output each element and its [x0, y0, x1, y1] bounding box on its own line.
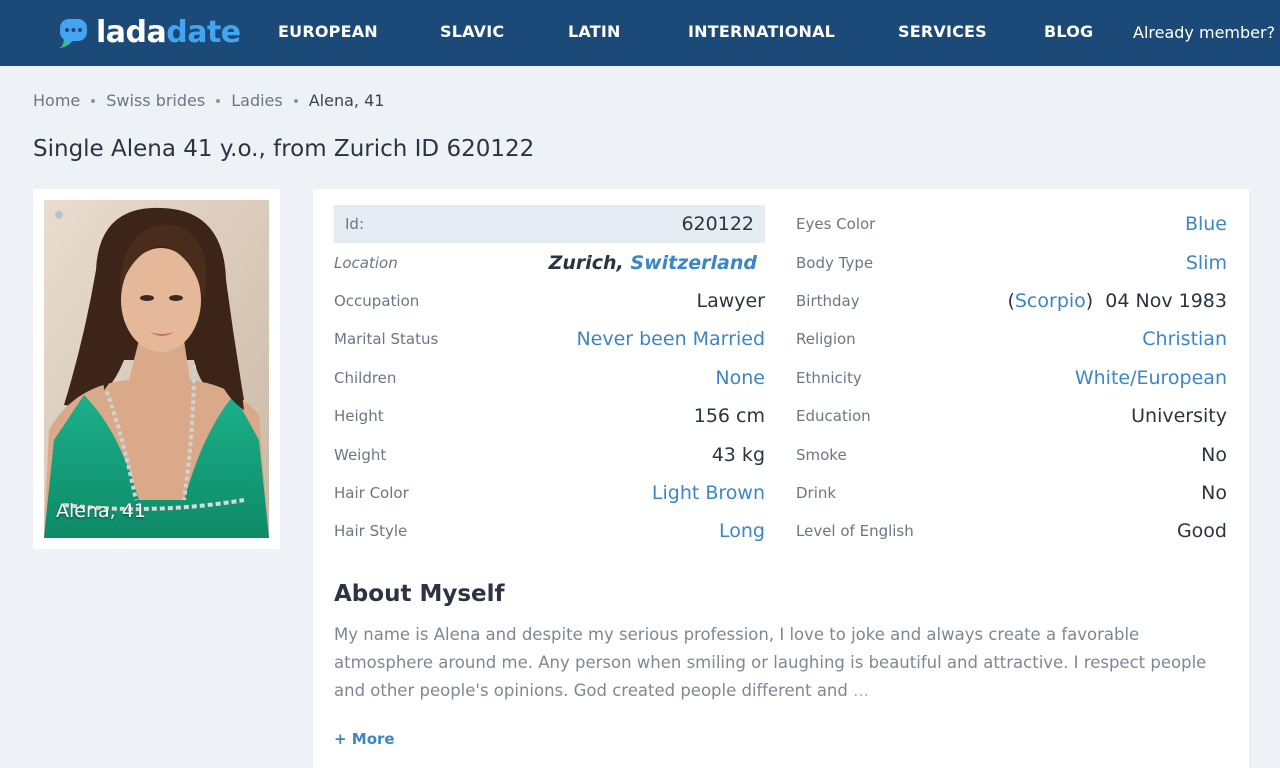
profile-row-weight: Weight 43 kg: [334, 435, 765, 473]
row-value-link[interactable]: Slim: [1186, 252, 1227, 274]
row-label: Smoke: [796, 445, 847, 464]
row-label: Eyes Color: [796, 215, 876, 234]
breadcrumb-separator: [293, 98, 298, 103]
nav-blog[interactable]: BLOG: [1044, 22, 1093, 41]
row-value: 43 kg: [711, 443, 765, 466]
row-label: Children: [334, 368, 397, 387]
row-label: Birthday: [796, 291, 860, 310]
logo-text-part1: lada: [96, 15, 167, 50]
profile-row-ethnicity: Ethnicity White/European: [796, 359, 1227, 397]
profile-row-body-type: Body Type Slim: [796, 243, 1227, 281]
profile-row-eyes-color: Eyes Color Blue: [796, 205, 1227, 243]
profile-row-birthday: Birthday (Scorpio) 04 Nov 1983: [796, 282, 1227, 320]
profile-row-height: Height 156 cm: [334, 397, 765, 435]
row-value-link[interactable]: Christian: [1142, 328, 1227, 350]
profile-details-card: Id: 620122 Location Zurich, Switzerland …: [313, 189, 1249, 768]
row-label: Ethnicity: [796, 368, 862, 387]
row-value: Zurich, Switzerland: [549, 252, 757, 274]
profile-details-left: Id: 620122 Location Zurich, Switzerland …: [334, 205, 765, 551]
row-value-link[interactable]: Blue: [1185, 213, 1227, 235]
row-value-link[interactable]: Long: [719, 520, 765, 542]
photo-caption: Alena, 41: [56, 500, 146, 522]
zodiac-sign-link[interactable]: Scorpio: [1015, 290, 1086, 312]
profile-row-drink: Drink No: [796, 474, 1227, 512]
site-logo[interactable]: ladadate: [56, 14, 241, 52]
profile-row-hair-style: Hair Style Long: [334, 512, 765, 550]
row-label: Education: [796, 407, 871, 426]
row-value: No: [1201, 443, 1227, 466]
profile-row-smoke: Smoke No: [796, 435, 1227, 473]
row-value: Good: [1176, 520, 1227, 543]
row-value: Lawyer: [696, 289, 765, 312]
nav-slavic[interactable]: SLAVIC: [440, 22, 504, 41]
breadcrumb-separator: [91, 98, 96, 103]
online-status-dot: [55, 211, 63, 219]
row-label: Weight: [334, 445, 387, 464]
nav-services[interactable]: SERVICES: [898, 22, 987, 41]
profile-row-children: Children None: [334, 359, 765, 397]
birthday-date: 04 Nov 1983: [1105, 289, 1227, 312]
row-value: (Scorpio) 04 Nov 1983: [1007, 289, 1227, 312]
profile-row-hair-color: Hair Color Light Brown: [334, 474, 765, 512]
row-label: Hair Color: [334, 483, 409, 502]
row-value-link[interactable]: Never been Married: [576, 328, 765, 350]
nav-european[interactable]: EUROPEAN: [278, 22, 378, 41]
row-value: University: [1131, 405, 1227, 428]
row-value-link[interactable]: None: [715, 367, 765, 389]
row-value-link[interactable]: White/European: [1075, 367, 1227, 389]
logo-text-part2: date: [166, 15, 241, 50]
row-label: Occupation: [334, 291, 420, 310]
profile-photo-card: Alena, 41: [33, 189, 280, 549]
profile-photo[interactable]: Alena, 41: [44, 200, 269, 538]
row-value: No: [1201, 481, 1227, 504]
about-myself-heading: About Myself: [334, 581, 505, 607]
breadcrumb-home[interactable]: Home: [33, 91, 80, 110]
row-label: Level of English: [796, 522, 914, 541]
breadcrumb-ladies[interactable]: Ladies: [231, 91, 283, 110]
logo-wordmark: ladadate: [96, 18, 241, 48]
breadcrumb: Home Swiss brides Ladies Alena, 41: [33, 91, 384, 110]
page-title: Single Alena 41 y.o., from Zurich ID 620…: [33, 136, 535, 162]
already-member-link[interactable]: Already member?: [1133, 23, 1275, 42]
row-label: Height: [334, 407, 384, 426]
row-label: Religion: [796, 330, 856, 349]
profile-row-education: Education University: [796, 397, 1227, 435]
nav-international[interactable]: INTERNATIONAL: [688, 22, 835, 41]
profile-row-marital-status: Marital Status Never been Married: [334, 320, 765, 358]
row-value: 156 cm: [693, 405, 765, 428]
profile-row-occupation: Occupation Lawyer: [334, 282, 765, 320]
top-navigation-bar: ladadate EUROPEAN SLAVIC LATIN INTERNATI…: [0, 0, 1280, 66]
breadcrumb-separator: [216, 98, 221, 103]
location-city: Zurich,: [548, 251, 624, 274]
nav-latin[interactable]: LATIN: [568, 22, 621, 41]
row-label: Body Type: [796, 253, 874, 272]
location-country-link[interactable]: Switzerland: [630, 252, 757, 274]
about-myself-text: My name is Alena and despite my serious …: [334, 621, 1234, 705]
breadcrumb-current: Alena, 41: [308, 91, 385, 110]
breadcrumb-swiss-brides[interactable]: Swiss brides: [106, 91, 205, 110]
row-label: Id:: [345, 215, 364, 234]
about-text-body: My name is Alena and despite my serious …: [334, 625, 1207, 700]
row-label: Location: [334, 253, 398, 272]
more-button[interactable]: + More: [334, 730, 395, 748]
profile-details-right: Eyes Color Blue Body Type Slim Birthday …: [796, 205, 1227, 551]
row-label: Drink: [796, 483, 837, 502]
row-label: Marital Status: [334, 330, 439, 349]
row-label: Hair Style: [334, 522, 408, 541]
row-value: 620122: [681, 213, 754, 236]
profile-row-location: Location Zurich, Switzerland: [334, 243, 765, 281]
profile-row-religion: Religion Christian: [796, 320, 1227, 358]
profile-row-id: Id: 620122: [334, 205, 765, 244]
about-text-ellipsis: ...: [853, 681, 869, 700]
row-value-link[interactable]: Light Brown: [652, 482, 765, 504]
chat-bubble-logo-icon: [56, 16, 90, 50]
profile-row-level-of-english: Level of English Good: [796, 512, 1227, 550]
